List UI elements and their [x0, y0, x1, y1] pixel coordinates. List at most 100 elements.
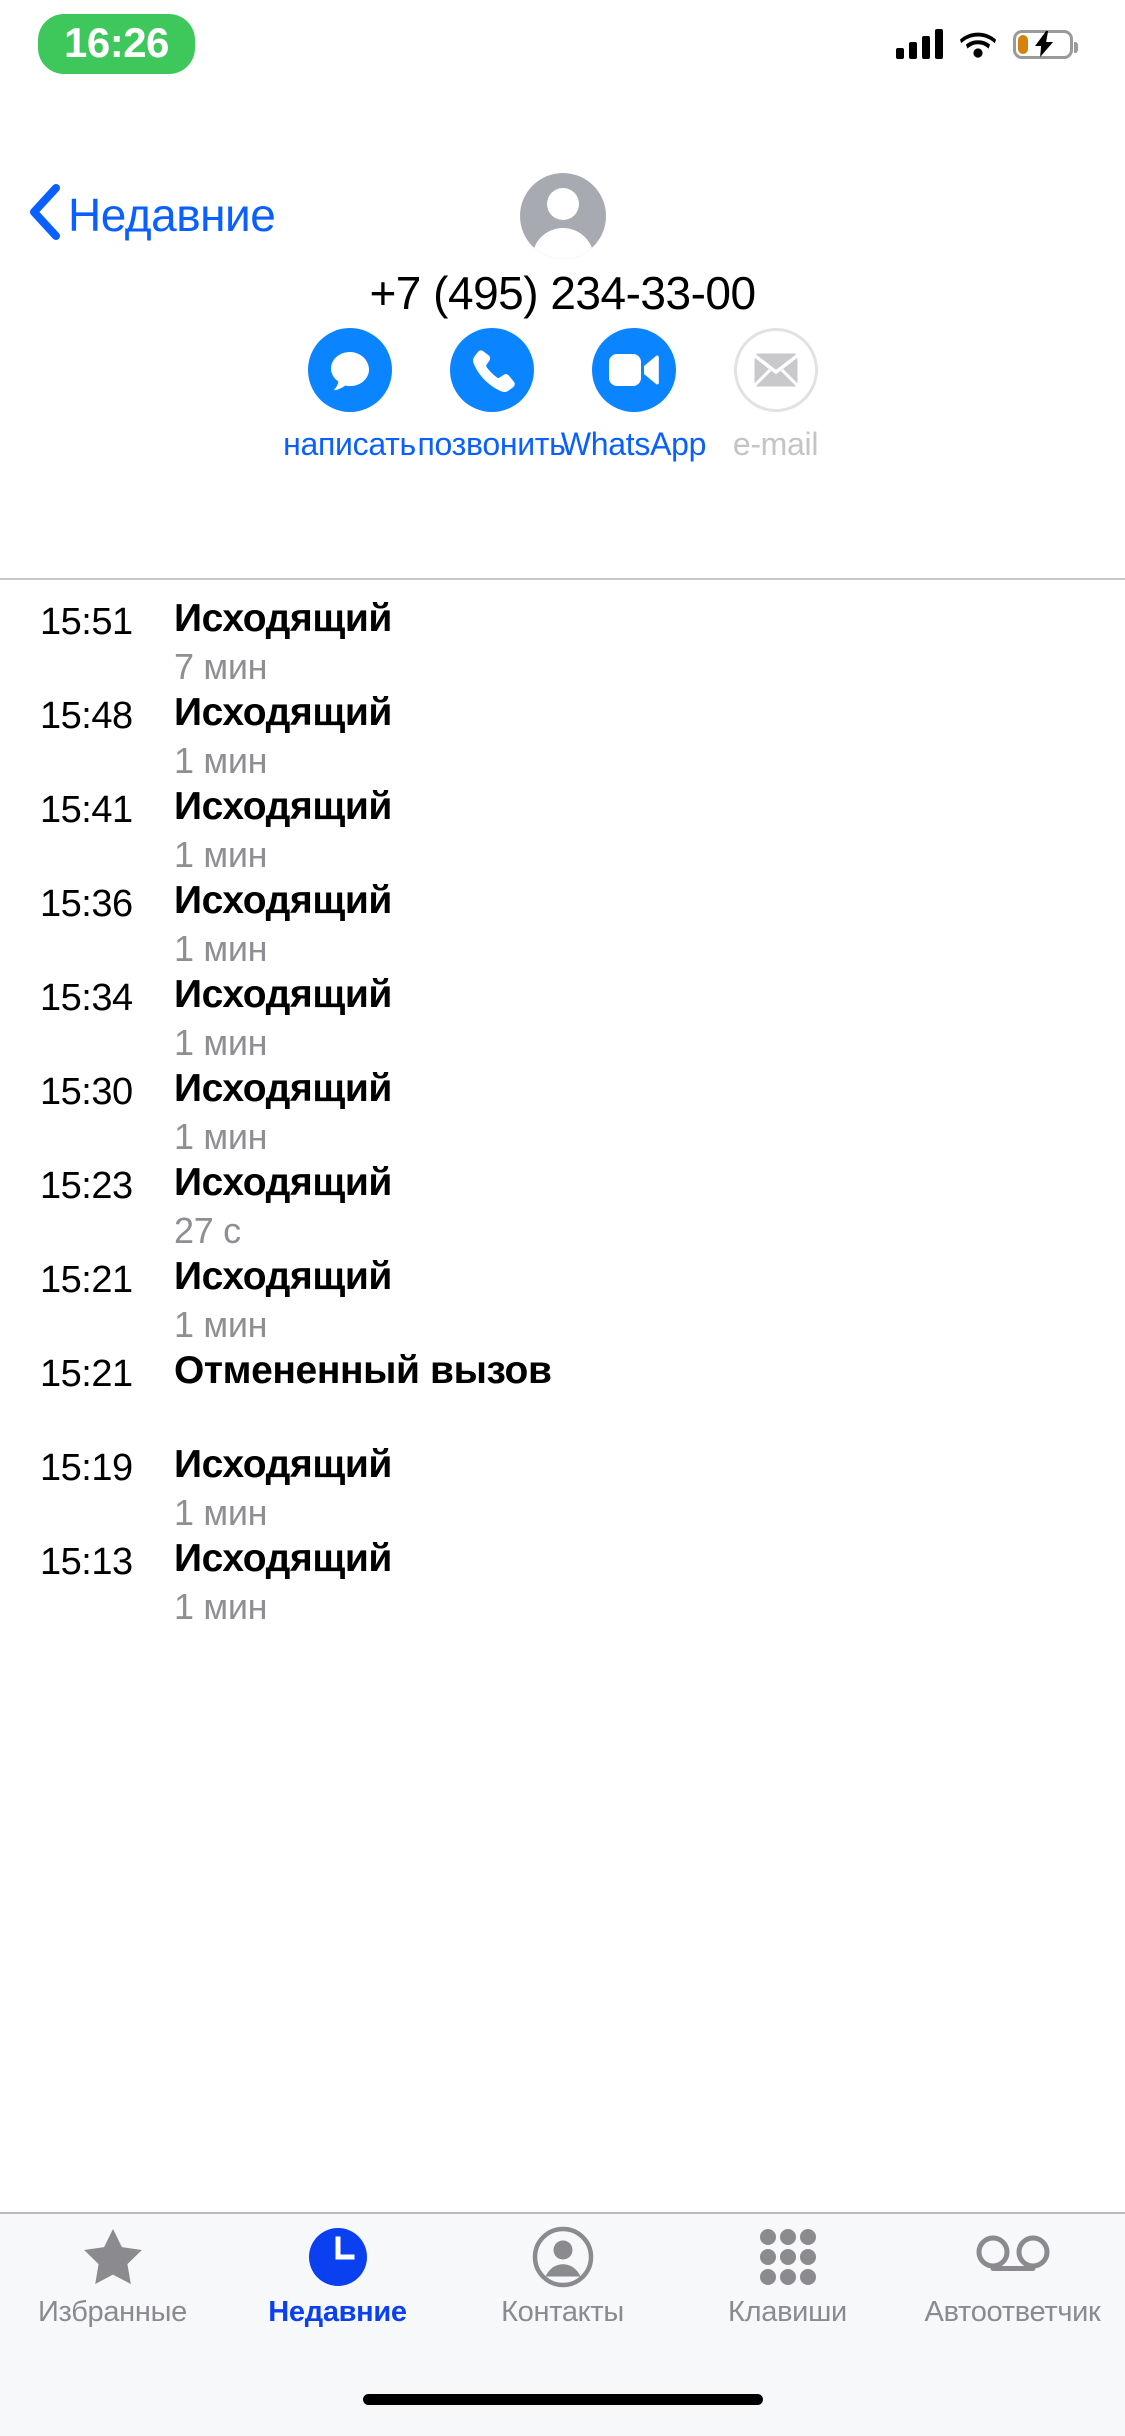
call-info: Исходящий 1 мин [158, 1443, 1125, 1534]
call-time: 15:41 [40, 789, 133, 831]
wifi-icon [960, 30, 996, 58]
call-info: Исходящий 1 мин [158, 879, 1125, 970]
avatar-head [546, 188, 579, 220]
call-type: Исходящий [174, 1161, 393, 1204]
home-indicator-area [0, 2362, 1125, 2436]
phone-handset-icon [449, 328, 534, 412]
table-row[interactable]: 15:23 Исходящий 27 с [0, 1161, 1125, 1256]
call-time: 15:21 [40, 1353, 133, 1395]
back-to-recents-button[interactable]: Недавние [26, 184, 276, 247]
call-duration: 27 с [174, 1210, 241, 1252]
call-time: 15:30 [40, 1071, 133, 1113]
table-row[interactable]: 15:48 Исходящий 1 мин [0, 691, 1125, 786]
voicemail-icon [976, 2226, 1050, 2288]
table-row[interactable]: 15:51 Исходящий 7 мин [0, 597, 1125, 692]
call-time: 15:23 [40, 1165, 133, 1207]
battery-charging-icon [1013, 29, 1078, 59]
chevron-left-icon [26, 184, 60, 247]
contact-phone-number: +7 (495) 234-33-00 [369, 267, 756, 319]
envelope-icon [733, 328, 818, 412]
table-row[interactable]: 15:36 Исходящий 1 мин [0, 879, 1125, 974]
call-info: Исходящий 1 мин [158, 973, 1125, 1064]
call-duration: 7 мин [174, 646, 268, 688]
tab-label: Автоответчик [924, 2296, 1101, 2328]
contact-header: Недавние +7 (495) 234-33-00 написать поз… [0, 88, 1125, 578]
call-type: Исходящий [174, 1537, 393, 1580]
tab-label: Контакты [501, 2296, 624, 2328]
call-type: Исходящий [174, 691, 393, 734]
email-action-label: e-mail [732, 426, 819, 462]
call-time: 15:48 [40, 695, 133, 737]
tab-voicemail[interactable]: Автоответчик [900, 2226, 1125, 2329]
keypad-icon [759, 2226, 817, 2288]
email-action-button: e-mail [705, 328, 847, 463]
star-icon [82, 2226, 144, 2288]
tab-favorites[interactable]: Избранные [0, 2226, 225, 2329]
table-row[interactable]: 15:30 Исходящий 1 мин [0, 1067, 1125, 1162]
call-type: Отмененный вызов [174, 1349, 552, 1392]
call-info: Исходящий 1 мин [158, 1067, 1125, 1158]
tab-label: Недавние [268, 2296, 407, 2328]
cellular-signal-icon [896, 29, 943, 59]
call-duration: 1 мин [174, 1492, 268, 1534]
table-row[interactable]: 15:13 Исходящий 1 мин [0, 1537, 1125, 1632]
call-time: 15:19 [40, 1447, 133, 1489]
contact-avatar[interactable] [519, 173, 606, 259]
avatar-body [531, 228, 594, 259]
call-info: Исходящий 1 мин [158, 785, 1125, 876]
call-info: Исходящий 1 мин [158, 691, 1125, 782]
person-icon [532, 2226, 594, 2288]
tab-bar: Избранные Недавние Контакты Клавиши Авто… [0, 2214, 1125, 2362]
phone-app-screen: 16:26 Недавние +7 (495) 234-33-00 написа… [0, 0, 1125, 2436]
video-camera-icon [591, 328, 676, 412]
call-time: 15:21 [40, 1259, 133, 1301]
call-time: 15:34 [40, 977, 133, 1019]
call-duration: 1 мин [174, 928, 268, 970]
message-action-label: написать [283, 426, 416, 462]
tab-contacts[interactable]: Контакты [450, 2226, 675, 2329]
call-type: Исходящий [174, 1255, 393, 1298]
back-button-label: Недавние [68, 189, 276, 242]
call-info: Исходящий 27 с [158, 1161, 1125, 1252]
call-time: 15:13 [40, 1541, 133, 1583]
table-row[interactable]: 15:34 Исходящий 1 мин [0, 973, 1125, 1068]
table-row[interactable]: 15:19 Исходящий 1 мин [0, 1443, 1125, 1538]
call-duration: 1 мин [174, 1022, 268, 1064]
status-icons [896, 29, 1078, 59]
call-info: Отмененный вызов [158, 1349, 1125, 1392]
call-duration: 1 мин [174, 1116, 268, 1158]
contact-action-buttons: написать позвонить WhatsApp e-mail [0, 328, 1125, 463]
home-indicator-bar[interactable] [362, 2393, 763, 2405]
whatsapp-action-button[interactable]: WhatsApp [560, 328, 707, 463]
call-time: 15:36 [40, 883, 133, 925]
tab-label: Клавиши [728, 2296, 847, 2328]
tab-keypad[interactable]: Клавиши [675, 2226, 900, 2329]
call-history-list: 15:51 Исходящий 7 мин 15:48 Исходящий 1 … [0, 580, 1125, 2212]
call-type: Исходящий [174, 879, 393, 922]
call-type: Исходящий [174, 1067, 393, 1110]
call-duration: 1 мин [174, 834, 268, 876]
call-type: Исходящий [174, 1443, 393, 1486]
call-duration: 1 мин [174, 740, 268, 782]
call-duration: 1 мин [174, 1304, 268, 1346]
call-info: Исходящий 1 мин [158, 1537, 1125, 1628]
call-time: 15:51 [40, 601, 133, 643]
tab-recents[interactable]: Недавние [225, 2226, 450, 2329]
status-bar: 16:26 [0, 0, 1125, 88]
status-time-pill: 16:26 [38, 14, 195, 74]
table-row[interactable]: 15:21 Исходящий 1 мин [0, 1255, 1125, 1350]
clock-icon [307, 2226, 369, 2288]
call-info: Исходящий 7 мин [158, 597, 1125, 688]
call-type: Исходящий [174, 785, 393, 828]
tab-label: Избранные [38, 2296, 187, 2328]
message-action-button[interactable]: написать [279, 328, 421, 463]
call-type: Исходящий [174, 973, 393, 1016]
call-type: Исходящий [174, 597, 393, 640]
call-info: Исходящий 1 мин [158, 1255, 1125, 1346]
table-row[interactable]: 15:21 Отмененный вызов [0, 1349, 1125, 1444]
message-bubble-icon [307, 328, 392, 412]
call-action-button[interactable]: позвонить [417, 328, 566, 463]
table-row[interactable]: 15:41 Исходящий 1 мин [0, 785, 1125, 880]
call-duration: 1 мин [174, 1586, 268, 1628]
whatsapp-action-label: WhatsApp [560, 426, 707, 462]
